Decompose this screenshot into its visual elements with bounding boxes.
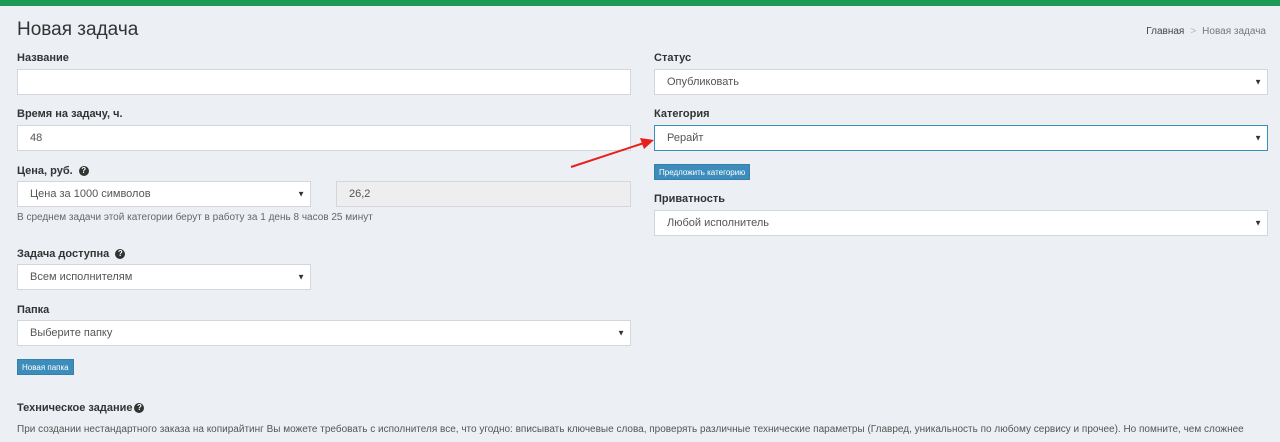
category-label: Категория: [654, 108, 710, 120]
page-title: Новая задача: [17, 19, 139, 40]
suggest-category-button[interactable]: Предложить категорию: [654, 164, 751, 180]
privacy-select[interactable]: Любой исполнитель ▼: [654, 210, 1268, 236]
new-folder-button[interactable]: Новая папка: [17, 359, 74, 375]
availability-help-icon[interactable]: ?: [115, 249, 126, 259]
price-amount-input: 26,2: [336, 181, 631, 207]
top-bar: [0, 0, 1280, 6]
caret-down-icon: ▼: [1254, 218, 1262, 228]
availability-label: Задача доступна ?: [17, 248, 126, 260]
status-label: Статус: [654, 52, 692, 64]
name-input[interactable]: [17, 69, 631, 95]
category-select[interactable]: Рерайт ▼: [654, 125, 1268, 151]
breadcrumb-home[interactable]: Главная: [1146, 26, 1184, 37]
caret-down-icon: ▼: [1254, 77, 1262, 87]
breadcrumb: Главная > Новая задача: [1146, 26, 1266, 37]
spec-help-icon[interactable]: ?: [134, 403, 145, 413]
caret-down-icon: ▼: [617, 328, 625, 338]
price-help-icon[interactable]: ?: [78, 166, 89, 176]
time-label: Время на задачу, ч.: [17, 108, 123, 120]
folder-label: Папка: [17, 304, 50, 316]
spec-label: Техническое задание ?: [17, 402, 145, 414]
name-label: Название: [17, 52, 69, 64]
price-type-select[interactable]: Цена за 1000 символов ▼: [17, 181, 311, 207]
privacy-label: Приватность: [654, 193, 725, 205]
time-input[interactable]: 48: [17, 125, 631, 151]
caret-down-icon: ▼: [297, 272, 305, 282]
caret-down-icon: ▼: [297, 189, 305, 199]
status-select[interactable]: Опубликовать ▼: [654, 69, 1268, 95]
folder-select[interactable]: Выберите папку ▼: [17, 320, 631, 346]
caret-down-icon: ▼: [1254, 133, 1262, 143]
breadcrumb-separator: >: [1190, 26, 1197, 37]
price-label: Цена, руб. ?: [17, 165, 89, 177]
price-hint: В среднем задачи этой категории берут в …: [17, 212, 373, 223]
availability-select[interactable]: Всем исполнителям ▼: [17, 264, 311, 290]
annotation-arrow-head: [640, 138, 654, 149]
spec-description: При создании нестандартного заказа на ко…: [17, 424, 1244, 435]
breadcrumb-current: Новая задача: [1202, 26, 1266, 37]
